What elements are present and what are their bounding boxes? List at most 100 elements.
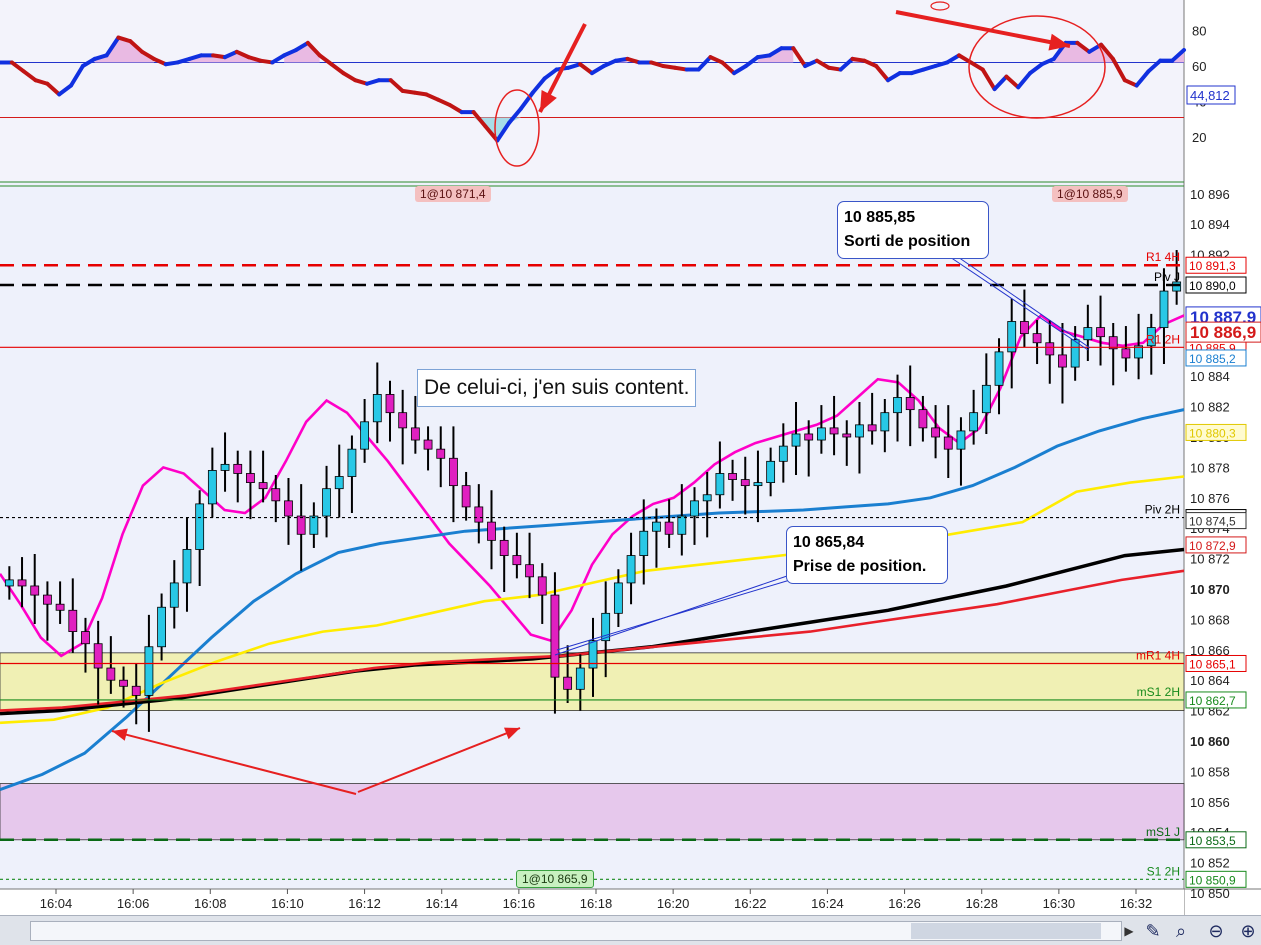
zoom-fit-icon[interactable]: ⌕ [1170, 920, 1192, 942]
price-tick-label: 10 852 [1190, 856, 1230, 871]
candle-body [791, 433, 801, 447]
time-tick-label: 16:14 [425, 896, 458, 911]
candle-body [131, 685, 141, 696]
price-tick-label: 10 884 [1190, 369, 1230, 384]
fill-tag-top-left: 1@10 871,4 [415, 186, 491, 202]
price-tick-label: 10 872 [1190, 552, 1230, 567]
candle-body [1159, 290, 1169, 328]
level-name: R1 2H [1146, 332, 1180, 346]
candle-body [575, 667, 585, 690]
time-tick-label: 16:26 [888, 896, 921, 911]
price-tick-label: 10 850 [1190, 886, 1230, 901]
candle-body [829, 427, 839, 435]
candle-body [398, 412, 408, 429]
candle-body [931, 427, 940, 438]
candle-body [1032, 333, 1042, 344]
entry-note-price: 10 865,84 [793, 534, 865, 551]
candle-body [55, 603, 65, 611]
scrollbar-thumb[interactable] [911, 923, 1101, 939]
trading-chart-window: { "chart_data": [ { "type": "line", "pan… [0, 0, 1261, 945]
candle-body [449, 457, 458, 487]
candle-body [233, 463, 243, 474]
indicator-value: 10 874,5 [1189, 515, 1236, 529]
draw-tool-icon[interactable]: ✎ [1142, 920, 1164, 942]
candle-body [246, 473, 255, 484]
candle-body [1083, 327, 1093, 341]
candle-body [106, 667, 116, 681]
candle-body [740, 479, 750, 487]
candle-body [119, 679, 128, 687]
candle-body [487, 521, 496, 541]
candle-body [550, 594, 560, 678]
candle-body [157, 606, 167, 648]
oscillator-panel [0, 0, 1261, 182]
level-name: mS1 J [1146, 825, 1180, 839]
candle-body [93, 643, 103, 669]
candle-body [880, 412, 890, 432]
candle-body [626, 555, 636, 584]
time-tick-label: 16:30 [1043, 896, 1076, 911]
exit-note[interactable]: 10 885,85 Sorti de position [837, 201, 989, 259]
time-tick-label: 16:32 [1120, 896, 1153, 911]
exit-note-text: Sorti de position [844, 233, 971, 250]
price-tick-label: 10 868 [1190, 612, 1230, 627]
time-tick-label: 16:06 [117, 896, 150, 911]
candle-body [461, 485, 471, 508]
candle-body [766, 460, 776, 484]
candle-body [816, 427, 826, 441]
level-value: 10 890,0 [1189, 279, 1236, 293]
candle-body [728, 473, 737, 480]
level-value: 10 853,5 [1189, 834, 1236, 848]
candle-body [296, 515, 306, 535]
candle-body [347, 448, 357, 477]
candle-body [956, 430, 966, 450]
level-value: 10 865,1 [1189, 657, 1236, 671]
candle-body [664, 521, 674, 535]
price-tick-label: 10 858 [1190, 764, 1230, 779]
candle-body [1096, 327, 1105, 338]
fill-tag-bottom: 1@10 865,9 [516, 870, 594, 888]
candle-body [372, 394, 382, 423]
candle-body [360, 421, 370, 450]
level-value: 10 862,7 [1189, 694, 1236, 708]
time-tick-label: 16:04 [40, 896, 73, 911]
price-tick-label: 10 894 [1190, 217, 1230, 232]
level-name: mS1 2H [1137, 685, 1180, 699]
osc-tick-label: 60 [1192, 59, 1206, 74]
candle-body [423, 439, 433, 450]
candle-body [68, 609, 78, 632]
candle-body [271, 488, 281, 502]
price-tick-label: 10 864 [1190, 673, 1230, 688]
scroll-right-icon[interactable]: ▶ [1120, 922, 1138, 940]
candle-body [144, 646, 154, 696]
entry-note[interactable]: 10 865,84 Prise de position. [786, 526, 948, 584]
candle-body [385, 394, 395, 414]
candle-body [639, 530, 649, 556]
position-price: 10 886,9 [1190, 323, 1256, 342]
zoom-in-icon[interactable]: ⊕ [1237, 920, 1259, 942]
candle-body [652, 521, 661, 532]
entry-note-text: Prise de position. [793, 558, 927, 575]
zone-1 [0, 783, 1185, 841]
price-tick-label: 10 860 [1190, 734, 1230, 749]
candle-body [677, 515, 687, 535]
candle-body [43, 594, 52, 605]
candle-body [715, 473, 725, 496]
candle-body [322, 488, 331, 517]
candle-body [309, 515, 319, 535]
candle-body [1045, 342, 1055, 356]
zoom-out-icon[interactable]: ⊖ [1205, 920, 1227, 942]
candle-body [690, 500, 699, 517]
osc-value-label: 44,812 [1190, 88, 1230, 103]
level-name: S1 2H [1147, 864, 1180, 878]
candle-body [918, 409, 928, 429]
comment-box[interactable]: De celui-ci, j'en suis content. [417, 369, 697, 407]
candle-body [969, 412, 979, 432]
price-tick-label: 10 896 [1190, 187, 1230, 202]
candle-body [702, 494, 712, 502]
horizontal-scrollbar[interactable] [30, 921, 1122, 941]
indicator-value: 10 885,2 [1189, 352, 1236, 366]
time-tick-label: 16:22 [734, 896, 767, 911]
candle-body [943, 436, 953, 450]
price-tick-label: 10 878 [1190, 460, 1230, 475]
